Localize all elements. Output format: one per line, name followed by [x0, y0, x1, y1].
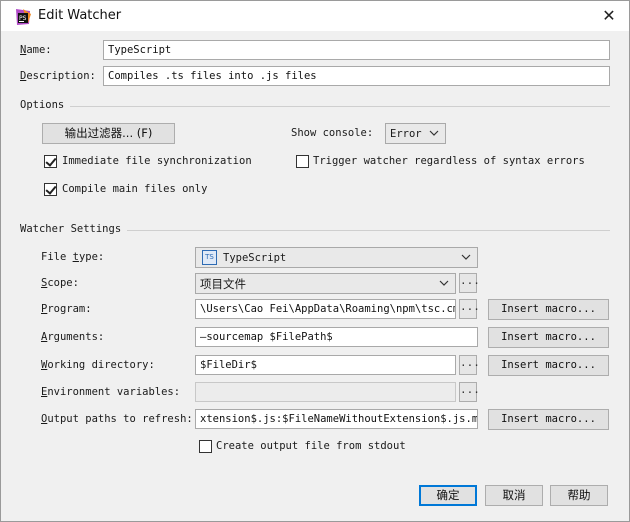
options-section-header: Options [20, 99, 610, 113]
program-field[interactable]: \Users\Cao Fei\AppData\Roaming\npm\tsc.c… [195, 299, 456, 319]
help-button[interactable]: 帮助 [550, 485, 608, 506]
program-label: Program: [41, 303, 92, 315]
compile-main-label: Compile main files only [62, 183, 208, 195]
arguments-label: Arguments: [41, 331, 105, 343]
working-directory-insert-macro-button[interactable]: Insert macro... [488, 355, 609, 376]
environment-variables-field[interactable] [195, 382, 456, 402]
scope-value: 项目文件 [200, 277, 246, 291]
phpstorm-app-icon: PS [16, 9, 31, 25]
chevron-down-icon [461, 254, 471, 260]
show-console-label: Show console: [291, 127, 374, 139]
edit-watcher-dialog: PS Edit Watcher ✕ Name: TypeScript Descr… [0, 0, 630, 522]
scope-select[interactable]: 项目文件 [195, 273, 456, 294]
description-label: Description: [20, 70, 96, 82]
environment-variables-label: Environment variables: [41, 386, 181, 398]
typescript-file-icon: TS [202, 249, 217, 265]
working-directory-label: Working directory: [41, 359, 155, 371]
program-insert-macro-button[interactable]: Insert macro... [488, 299, 609, 320]
name-label: Name: [20, 44, 52, 56]
output-paths-label: Output paths to refresh: [41, 413, 193, 425]
output-filters-button[interactable]: 输出过滤器... (F) [42, 123, 175, 144]
arguments-field[interactable]: —sourcemap $FilePath$ [195, 327, 478, 347]
create-output-checkbox[interactable] [199, 440, 212, 453]
description-field[interactable]: Compiles .ts files into .js files [103, 66, 610, 86]
compile-main-checkbox[interactable] [44, 183, 57, 196]
cancel-button[interactable]: 取消 [485, 485, 543, 506]
scope-label: Scope: [41, 277, 79, 289]
watcher-settings-section-title: Watcher Settings [20, 223, 128, 235]
trigger-watcher-label: Trigger watcher regardless of syntax err… [313, 155, 585, 167]
scope-ellipsis-button[interactable]: ... [459, 273, 480, 293]
immediate-sync-checkbox[interactable] [44, 155, 57, 168]
output-paths-insert-macro-button[interactable]: Insert macro... [488, 409, 609, 430]
file-type-label: File type: [41, 251, 105, 263]
ok-button[interactable]: 确定 [419, 485, 477, 506]
svg-text:PS: PS [19, 15, 27, 22]
trigger-watcher-checkbox[interactable] [296, 155, 309, 168]
working-directory-ellipsis-button[interactable]: ... [459, 355, 480, 375]
watcher-settings-section-header: Watcher Settings [20, 223, 610, 237]
output-paths-field[interactable]: xtension$.js:$FileNameWithoutExtension$.… [195, 409, 478, 429]
close-icon[interactable]: ✕ [597, 5, 621, 27]
name-field[interactable]: TypeScript [103, 40, 610, 60]
working-directory-field[interactable]: $FileDir$ [195, 355, 456, 375]
file-type-select[interactable]: TS TypeScript [195, 247, 478, 268]
file-type-value: TypeScript [223, 252, 287, 264]
arguments-insert-macro-button[interactable]: Insert macro... [488, 327, 609, 348]
show-console-value: Error [390, 128, 422, 140]
show-console-select[interactable]: Error [385, 123, 446, 144]
chevron-down-icon [429, 130, 439, 136]
chevron-down-icon [439, 280, 449, 286]
dialog-title: Edit Watcher [38, 8, 122, 23]
title-bar: PS Edit Watcher ✕ [1, 1, 629, 31]
create-output-label: Create output file from stdout [216, 440, 406, 452]
immediate-sync-label: Immediate file synchronization [62, 155, 252, 167]
options-section-title: Options [20, 99, 71, 111]
environment-variables-ellipsis-button[interactable]: ... [459, 382, 480, 402]
program-ellipsis-button[interactable]: ... [459, 299, 480, 319]
